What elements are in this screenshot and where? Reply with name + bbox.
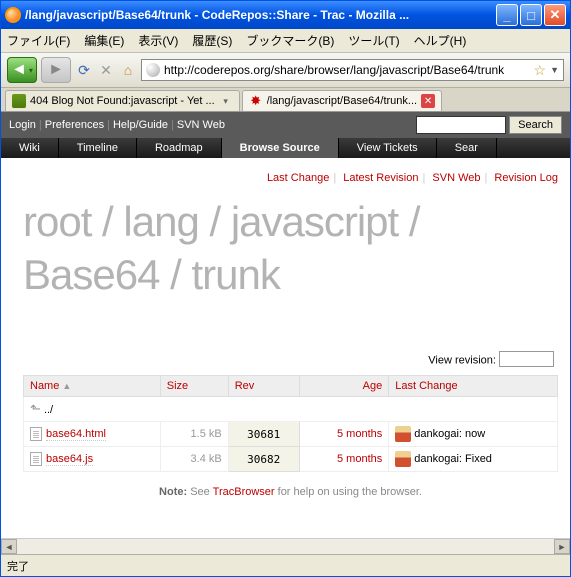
col-size[interactable]: Size <box>160 376 228 397</box>
tab-bar: 404 Blog Not Found:javascript - Yet ... … <box>1 88 570 112</box>
bookmark-star-icon[interactable]: ☆ <box>534 62 547 79</box>
file-icon <box>30 427 42 441</box>
latest-revision-link[interactable]: Latest Revision <box>343 172 418 184</box>
maximize-button[interactable]: □ <box>520 4 542 26</box>
crumb-trunk: trunk <box>191 251 279 298</box>
trac-metanav: Login| Preferences| Help/Guide| SVN Web … <box>1 112 570 138</box>
crumb-base64[interactable]: Base64 <box>23 251 159 298</box>
file-icon <box>30 452 42 466</box>
nav-toolbar: ◄▾ ► ⟳ ✕ ⌂ http://coderepos.org/share/br… <box>1 53 570 88</box>
tab-label: 404 Blog Not Found:javascript - Yet ... <box>30 95 215 107</box>
nav-view-tickets[interactable]: View Tickets <box>339 138 437 158</box>
crumb-javascript[interactable]: javascript <box>231 198 398 245</box>
statusbar: 完了 <box>1 554 570 576</box>
file-lastchange: dankogai: now <box>389 422 558 447</box>
svn-web-link[interactable]: SVN Web <box>432 172 480 184</box>
home-icon[interactable]: ⌂ <box>119 61 137 79</box>
reload-icon[interactable]: ⟳ <box>75 61 93 79</box>
last-change-link[interactable]: Last Change <box>267 172 329 184</box>
nav-wiki[interactable]: Wiki <box>1 138 59 158</box>
tracbrowser-link[interactable]: TracBrowser <box>213 486 275 498</box>
favicon-icon: ✸ <box>249 94 263 108</box>
col-name[interactable]: Name ▲ <box>24 376 161 397</box>
titlebar: /lang/javascript/Base64/trunk - CodeRepo… <box>1 1 570 29</box>
context-nav: Last Change| Latest Revision| SVN Web| R… <box>23 172 558 184</box>
col-age[interactable]: Age <box>299 376 389 397</box>
nav-timeline[interactable]: Timeline <box>59 138 137 158</box>
file-rev[interactable]: 30681 <box>228 422 299 447</box>
file-link[interactable]: base64.html <box>46 428 106 441</box>
menubar: ファイル(F) 編集(E) 表示(V) 履歴(S) ブックマーク(B) ツール(… <box>1 29 570 53</box>
file-size: 3.4 kB <box>160 447 228 472</box>
help-link[interactable]: Help/Guide <box>113 119 168 131</box>
menu-help[interactable]: ヘルプ(H) <box>414 32 467 49</box>
avatar-icon <box>395 426 411 442</box>
view-revision-label: View revision: <box>428 355 496 367</box>
status-text: 完了 <box>7 558 29 574</box>
menu-edit[interactable]: 編集(E) <box>84 32 124 49</box>
stop-icon[interactable]: ✕ <box>97 61 115 79</box>
menu-bookmarks[interactable]: ブックマーク(B) <box>246 32 334 49</box>
svnweb-link[interactable]: SVN Web <box>177 119 225 131</box>
favicon-icon <box>12 94 26 108</box>
tab-active[interactable]: ✸ /lang/javascript/Base64/trunk... ✕ <box>242 90 442 111</box>
search-button[interactable]: Search <box>509 116 562 134</box>
parent-dir-row[interactable]: ⬑ ../ <box>24 397 558 422</box>
file-listing-table: Name ▲ Size Rev Age Last Change ⬑ ../ ba… <box>23 375 558 472</box>
view-revision: View revision: <box>23 351 558 367</box>
menu-tools[interactable]: ツール(T) <box>348 32 399 49</box>
horizontal-scrollbar[interactable]: ◄ ► <box>1 538 570 554</box>
avatar-icon <box>395 451 411 467</box>
trac-mainnav: Wiki Timeline Roadmap Browse Source View… <box>1 138 570 158</box>
scroll-track[interactable] <box>17 539 554 554</box>
view-revision-input[interactable] <box>499 351 554 367</box>
file-age[interactable]: 5 months <box>337 428 382 440</box>
scroll-left-icon[interactable]: ◄ <box>1 539 17 554</box>
firefox-throbber-icon <box>548 32 564 48</box>
table-row: base64.html 1.5 kB 30681 5 months dankog… <box>24 422 558 447</box>
help-note: Note: See TracBrowser for help on using … <box>23 486 558 498</box>
preferences-link[interactable]: Preferences <box>45 119 104 131</box>
tab-inactive[interactable]: 404 Blog Not Found:javascript - Yet ... … <box>5 90 240 111</box>
url-text: http://coderepos.org/share/browser/lang/… <box>164 63 530 77</box>
page-content: Login| Preferences| Help/Guide| SVN Web … <box>1 112 570 538</box>
file-age[interactable]: 5 months <box>337 453 382 465</box>
back-button[interactable]: ◄▾ <box>7 57 37 83</box>
minimize-button[interactable]: _ <box>496 4 518 26</box>
firefox-icon <box>5 7 21 23</box>
file-rev[interactable]: 30682 <box>228 447 299 472</box>
scroll-right-icon[interactable]: ► <box>554 539 570 554</box>
file-size: 1.5 kB <box>160 422 228 447</box>
menu-file[interactable]: ファイル(F) <box>7 32 70 49</box>
tab-close-icon[interactable]: ✕ <box>421 94 435 108</box>
window-title: /lang/javascript/Base64/trunk - CodeRepo… <box>25 8 496 22</box>
col-rev[interactable]: Rev <box>228 376 299 397</box>
tab-label: /lang/javascript/Base64/trunk... <box>267 95 417 107</box>
login-link[interactable]: Login <box>9 119 36 131</box>
nav-roadmap[interactable]: Roadmap <box>137 138 222 158</box>
crumb-root[interactable]: root <box>23 198 91 245</box>
site-identity-icon[interactable] <box>146 63 160 77</box>
tab-dropdown-icon[interactable]: ▾ <box>219 94 233 108</box>
url-dropdown-icon[interactable]: ▼ <box>550 65 559 75</box>
col-last-change[interactable]: Last Change <box>389 376 558 397</box>
url-bar[interactable]: http://coderepos.org/share/browser/lang/… <box>141 59 564 81</box>
menu-history[interactable]: 履歴(S) <box>192 32 232 49</box>
crumb-lang[interactable]: lang <box>123 198 198 245</box>
file-link[interactable]: base64.js <box>46 453 93 466</box>
nav-browse-source[interactable]: Browse Source <box>222 138 339 158</box>
file-lastchange: dankogai: Fixed <box>389 447 558 472</box>
nav-search[interactable]: Sear <box>437 138 497 158</box>
forward-button[interactable]: ► <box>41 57 71 83</box>
sort-asc-icon: ▲ <box>62 381 71 391</box>
breadcrumb: root / lang / javascript / Base64 / trun… <box>23 196 558 301</box>
search-input[interactable] <box>416 116 506 134</box>
revision-log-link[interactable]: Revision Log <box>494 172 558 184</box>
close-button[interactable]: ✕ <box>544 4 566 26</box>
table-row: base64.js 3.4 kB 30682 5 months dankogai… <box>24 447 558 472</box>
folder-up-icon: ⬑ <box>30 401 41 416</box>
menu-view[interactable]: 表示(V) <box>138 32 178 49</box>
